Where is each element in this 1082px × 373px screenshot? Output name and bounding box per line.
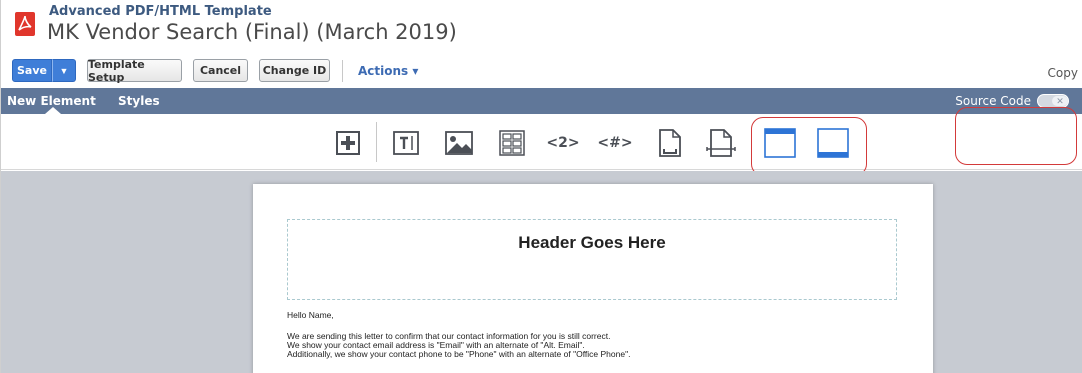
source-code-label: Source Code — [955, 94, 1031, 108]
tab-styles[interactable]: Styles — [118, 94, 160, 108]
save-button-group: Save ▼ — [12, 59, 76, 82]
body-line: Additionally, we show your contact phone… — [287, 349, 631, 359]
tab-new-element[interactable]: New Element — [7, 94, 96, 108]
record-type-label: Advanced PDF/HTML Template — [49, 4, 272, 19]
field-icon[interactable]: <2> — [546, 126, 580, 160]
footer-break-icon[interactable] — [704, 126, 738, 160]
source-code-toggle[interactable]: ✕ — [1037, 94, 1069, 108]
page-number-icon[interactable]: <#> — [597, 126, 632, 160]
editor-canvas: Header Goes Here Hello Name, We are send… — [1, 171, 1082, 373]
image-icon[interactable] — [442, 126, 476, 160]
editor-tab-bar: New Element Styles Source Code ✕ — [1, 88, 1082, 114]
actions-menu[interactable]: Actions ▾ — [358, 64, 418, 78]
toggle-knob: ✕ — [1052, 96, 1068, 106]
add-element-icon[interactable] — [331, 126, 365, 160]
pdf-icon — [15, 12, 35, 36]
element-toolbar-divider — [376, 122, 377, 162]
page-break-icon[interactable] — [653, 126, 687, 160]
copy-link[interactable]: Copy — [1048, 66, 1078, 80]
header-text: Header Goes Here — [518, 233, 666, 252]
greeting-text: Hello Name, — [287, 310, 334, 320]
active-tab-indicator — [45, 107, 61, 114]
annotation-highlight-source — [955, 107, 1077, 165]
text-icon[interactable] — [389, 126, 423, 160]
document-page: Header Goes Here Hello Name, We are send… — [253, 184, 933, 373]
cancel-button[interactable]: Cancel — [193, 59, 248, 82]
element-toolbar: <2> <#> — [1, 114, 1082, 170]
template-setup-button[interactable]: Template Setup — [87, 58, 182, 84]
annotation-highlight-layout — [751, 117, 867, 176]
page-title: MK Vendor Search (Final) (March 2019) — [47, 20, 457, 44]
save-button[interactable]: Save — [12, 59, 52, 82]
header-region[interactable]: Header Goes Here — [287, 219, 897, 300]
table-icon[interactable] — [495, 126, 529, 160]
save-dropdown-button[interactable]: ▼ — [52, 59, 76, 82]
toolbar-divider — [342, 60, 343, 82]
change-id-button[interactable]: Change ID — [259, 59, 330, 82]
